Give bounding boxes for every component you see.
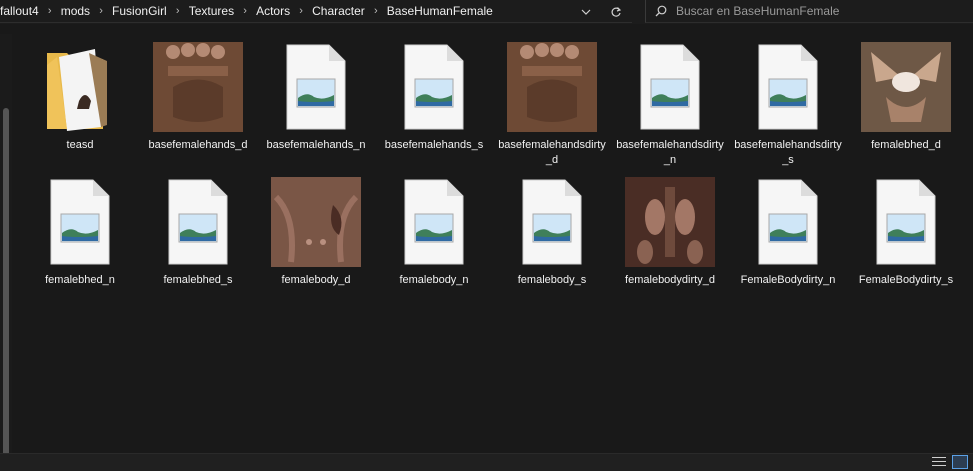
file-name-label: femalebhed_d [871, 139, 941, 151]
status-bar [0, 453, 973, 471]
navigation-pane-edge [0, 34, 12, 471]
breadcrumb-item-actors[interactable]: Actors [256, 4, 290, 18]
file-item[interactable]: femalebhed_n [24, 177, 136, 305]
search-box[interactable] [645, 0, 973, 23]
file-item[interactable]: femalebody_d [260, 177, 372, 305]
file-item[interactable]: teasd [24, 42, 136, 170]
file-item[interactable]: basefemalehands_s [378, 42, 490, 170]
thumbnail-icon [861, 42, 951, 132]
file-name-label: basefemalehandsdirty_s [734, 139, 842, 166]
chevron-right-icon[interactable]: › [365, 5, 387, 17]
file-item[interactable]: FemaleBodydirty_n [732, 177, 844, 305]
thumbnail-icon [153, 42, 243, 132]
file-item[interactable]: basefemalehandsdirty_d [496, 42, 608, 170]
file-name-label: femalebodydirty_d [625, 274, 715, 286]
file-name-label: femalebhed_s [163, 274, 233, 286]
breadcrumb-item-basehumanfemale[interactable]: BaseHumanFemale [387, 4, 493, 18]
file-item[interactable]: femalebhed_s [142, 177, 254, 305]
folder-icon [35, 42, 125, 132]
large-icons-view-icon[interactable] [952, 455, 968, 469]
file-name-label: basefemalehandsdirty_d [498, 139, 606, 166]
file-name-label: femalebody_s [517, 274, 587, 286]
file-item[interactable]: FemaleBodydirty_s [850, 177, 962, 305]
file-name-label: femalebhed_n [45, 274, 115, 286]
search-icon [646, 5, 676, 17]
file-item[interactable]: femalebody_n [378, 177, 490, 305]
image-file-icon [153, 177, 243, 267]
thumbnail-icon [507, 42, 597, 132]
image-file-icon [861, 177, 951, 267]
file-name-label: femalebody_d [281, 274, 351, 286]
image-file-icon [35, 177, 125, 267]
file-item[interactable]: basefemalehands_n [260, 42, 372, 170]
file-grid: teasd basefemalehands_d basefemalehands_n b… [24, 42, 964, 452]
image-file-icon [271, 42, 361, 132]
image-file-icon [743, 42, 833, 132]
file-item[interactable]: basefemalehands_d [142, 42, 254, 170]
file-item[interactable]: femalebodydirty_d [614, 177, 726, 305]
image-file-icon [389, 42, 479, 132]
file-name-label: basefemalehandsdirty_n [616, 139, 724, 166]
breadcrumb-item-mods[interactable]: mods [61, 4, 90, 18]
thumbnail-icon [271, 177, 361, 267]
breadcrumb-item-fallout4[interactable]: fallout4 [0, 4, 39, 18]
breadcrumb-item-textures[interactable]: Textures [189, 4, 234, 18]
file-name-label: FemaleBodydirty_n [740, 274, 836, 286]
image-file-icon [625, 42, 715, 132]
chevron-right-icon[interactable]: › [39, 5, 61, 17]
image-file-icon [389, 177, 479, 267]
file-item[interactable]: femalebody_s [496, 177, 608, 305]
navigation-scrollbar[interactable] [3, 108, 9, 471]
refresh-button[interactable] [603, 0, 629, 23]
chevron-right-icon[interactable]: › [90, 5, 112, 17]
details-view-icon[interactable] [932, 456, 946, 468]
chevron-down-icon [581, 9, 591, 15]
image-file-icon [507, 177, 597, 267]
search-input[interactable] [676, 4, 956, 18]
file-name-label: FemaleBodydirty_s [858, 274, 954, 286]
chevron-right-icon[interactable]: › [167, 5, 189, 17]
refresh-icon [611, 6, 622, 17]
file-item[interactable]: basefemalehandsdirty_n [614, 42, 726, 170]
chevron-right-icon[interactable]: › [234, 5, 256, 17]
chevron-right-icon[interactable]: › [290, 5, 312, 17]
file-name-label: teasd [66, 139, 94, 151]
file-name-label: femalebody_n [399, 274, 469, 286]
file-item[interactable]: basefemalehandsdirty_s [732, 42, 844, 170]
address-bar[interactable]: fallout4 › mods › FusionGirl › Textures … [0, 0, 632, 23]
file-name-label: basefemalehands_d [148, 139, 248, 151]
file-name-label: basefemalehands_n [266, 139, 366, 151]
breadcrumb-item-character[interactable]: Character [312, 4, 365, 18]
thumbnail-icon [625, 177, 715, 267]
file-item[interactable]: femalebhed_d [850, 42, 962, 170]
address-history-button[interactable] [573, 0, 599, 23]
image-file-icon [743, 177, 833, 267]
file-name-label: basefemalehands_s [384, 139, 484, 151]
breadcrumb-item-fusiongirl[interactable]: FusionGirl [112, 4, 167, 18]
